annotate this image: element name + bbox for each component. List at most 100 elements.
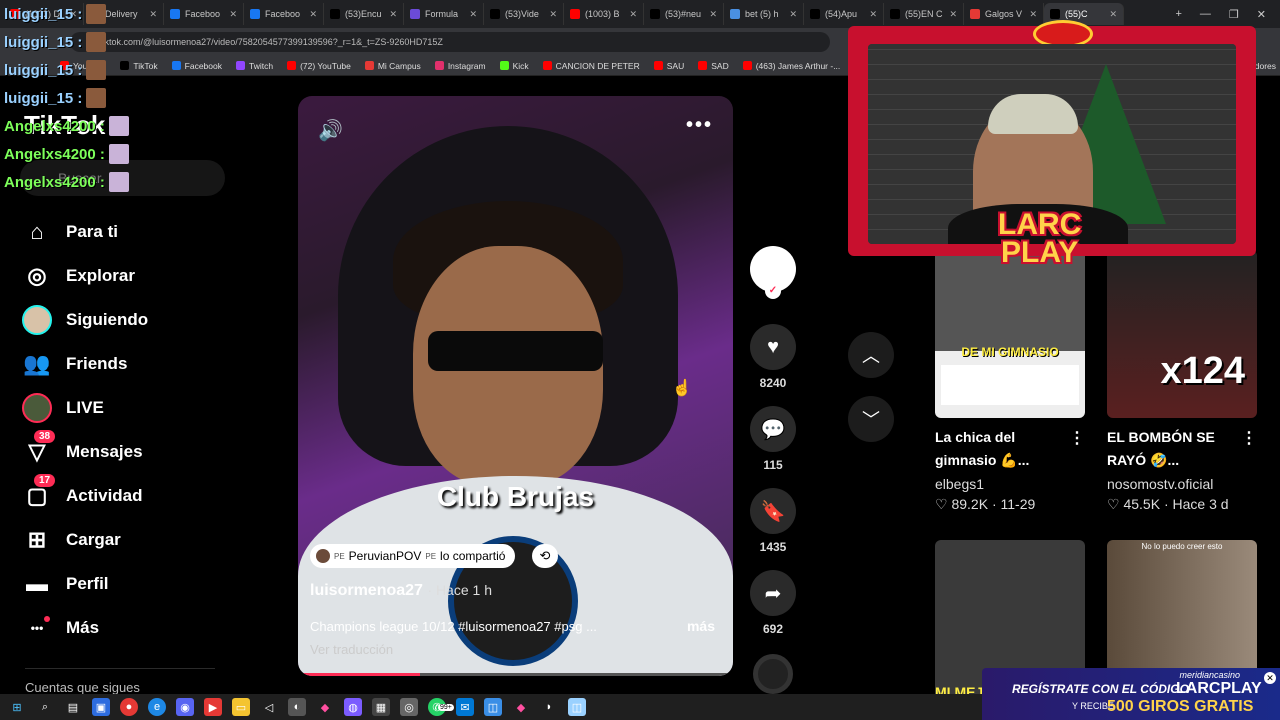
tab-close-icon[interactable]: ✕ [949, 9, 957, 20]
capcut-icon[interactable]: ◁ [260, 698, 278, 716]
edge-icon[interactable]: e [148, 698, 166, 716]
card-more-icon[interactable]: ⋮ [1069, 428, 1085, 448]
recommended-video-card[interactable]: DE MI GIMNASIO ⋮ La chica del gimnasio 💪… [935, 250, 1085, 513]
music-disc-icon[interactable] [753, 654, 793, 694]
bookmark-item[interactable]: Kick [499, 61, 529, 71]
sidebar-item-mensajes[interactable]: ▽ Mensajes 38 [22, 430, 148, 474]
sidebar-item-para-ti[interactable]: ⌂ Para ti [22, 210, 148, 254]
tab-close-icon[interactable]: ✕ [709, 9, 717, 20]
discord-icon[interactable]: ◉ [176, 698, 194, 716]
browser-tab[interactable]: (53)Encu ✕ [324, 3, 404, 25]
url-field[interactable]: tiktok.com/@luisormenoa27/video/75820545… [70, 32, 830, 52]
app-purple-icon[interactable]: ◍ [344, 698, 362, 716]
bookmark-item[interactable]: SAD [698, 61, 729, 71]
browser-tab[interactable]: Faceboo ✕ [244, 3, 324, 25]
author-name[interactable]: luisormenoa27 [310, 582, 423, 599]
sidebar-item-explorar[interactable]: ◎ Explorar [22, 254, 148, 298]
tab-close-icon[interactable]: ✕ [469, 9, 477, 20]
calculator-icon[interactable]: ▦ [372, 698, 390, 716]
bookmark-item[interactable]: (72) YouTube [287, 61, 351, 71]
sidebar-item-cargar[interactable]: ⊞ Cargar [22, 518, 148, 562]
recommended-video-card[interactable]: x124 ⋮ EL BOMBÓN SE RAYÓ 🤣... nosomostv.… [1107, 250, 1257, 513]
tab-close-icon[interactable]: ✕ [1109, 9, 1117, 20]
video-thumbnail[interactable]: x124 [1107, 250, 1257, 418]
new-tab-icon[interactable]: + [1175, 8, 1181, 21]
close-window-icon[interactable]: ✕ [1257, 8, 1266, 21]
app-blue-icon[interactable]: ◫ [568, 698, 586, 716]
sidebar-item-actividad[interactable]: ▢ Actividad 17 [22, 474, 148, 518]
next-video-button[interactable]: ﹀ [848, 396, 894, 442]
app-icon[interactable]: ◐ [288, 698, 306, 716]
video-thumbnail[interactable]: DE MI GIMNASIO [935, 250, 1085, 418]
app-pink-icon[interactable]: ◆ [316, 698, 334, 716]
previous-video-button[interactable]: ︿ [848, 332, 894, 378]
browser-tab[interactable]: Faceboo ✕ [164, 3, 244, 25]
app-pink-2-icon[interactable]: ◆ [512, 698, 530, 716]
ad-close-icon[interactable]: ✕ [1264, 672, 1276, 684]
card-author[interactable]: elbegs1 [935, 476, 1085, 492]
save-button[interactable]: 🔖 [750, 488, 796, 534]
browser-tab[interactable]: (53)Vide ✕ [484, 3, 564, 25]
bookmark-item[interactable]: (463) James Arthur -... [742, 61, 840, 71]
chrome-icon[interactable]: ● [120, 698, 138, 716]
bookmark-item[interactable]: SAU [653, 61, 684, 71]
tab-close-icon[interactable]: ✕ [789, 9, 797, 20]
volume-icon[interactable]: 🔊 [318, 118, 343, 143]
browser-tab[interactable]: Formula ✕ [404, 3, 484, 25]
tab-close-icon[interactable]: ✕ [1029, 9, 1037, 20]
outlook-icon[interactable]: ✉ [456, 698, 474, 716]
expand-description-button[interactable]: más [687, 618, 715, 634]
casino-ad-banner[interactable]: meridiancasino REGÍSTRATE CON EL CÓDIGO … [982, 668, 1280, 720]
bookmark-item[interactable]: CANCION DE PETER [542, 61, 640, 71]
creator-avatar[interactable]: ✓ [750, 246, 796, 299]
app-red-icon[interactable]: ▶ [204, 698, 222, 716]
browser-tab[interactable]: (1003) B ✕ [564, 3, 644, 25]
shared-by-badge[interactable]: PE PeruvianPOV PE lo compartió [310, 544, 516, 568]
bookmark-item[interactable]: Mi Campus [364, 61, 421, 71]
bookmark-item[interactable]: Twitch [236, 61, 273, 71]
video-author[interactable]: luisormenoa27 · Hace 1 h [310, 582, 492, 600]
bookmark-item[interactable]: Facebook [171, 61, 222, 71]
share-button[interactable]: ➦ [750, 570, 796, 616]
card-more-icon[interactable]: ⋮ [1241, 428, 1257, 448]
video-player[interactable]: Club Brujas 🔊 ••• PE PeruvianPOV PE lo c… [298, 96, 733, 676]
tab-close-icon[interactable]: ✕ [629, 9, 637, 20]
like-button[interactable]: ♥ [750, 324, 796, 370]
tab-close-icon[interactable]: ✕ [309, 9, 317, 20]
browser-tab[interactable]: (53)#neu ✕ [644, 3, 724, 25]
tab-close-icon[interactable]: ✕ [549, 9, 557, 20]
sidebar-item-más[interactable]: ••• Más [22, 606, 148, 650]
task-view-icon[interactable]: ▤ [64, 698, 82, 716]
app-white-icon[interactable]: ◗ [540, 698, 558, 716]
video-progress-bar[interactable] [298, 673, 733, 676]
follow-check-icon[interactable]: ✓ [765, 283, 781, 299]
sidebar-item-perfil[interactable]: ▬ Perfil [22, 562, 148, 606]
tab-close-icon[interactable]: ✕ [229, 9, 237, 20]
bookmarks-overflow[interactable]: dores [1255, 61, 1280, 71]
browser-tab[interactable]: Galgos V ✕ [964, 3, 1044, 25]
sidebar-item-siguiendo[interactable]: Siguiendo [22, 298, 148, 342]
browser-tab[interactable]: (54)Apu ✕ [804, 3, 884, 25]
sidebar-item-friends[interactable]: 👥 Friends [22, 342, 148, 386]
sidebar-item-live[interactable]: LIVE [22, 386, 148, 430]
card-author[interactable]: nosomostv.oficial [1107, 476, 1257, 492]
photos-icon[interactable]: ◫ [484, 698, 502, 716]
app-gray-icon[interactable]: ◎ [400, 698, 418, 716]
tab-close-icon[interactable]: ✕ [389, 9, 397, 20]
taskbar-search-icon[interactable]: ⌕ [36, 698, 54, 716]
windows-start-icon[interactable]: ⊞ [8, 698, 26, 716]
whatsapp-icon[interactable]: ✆ 99+ [428, 698, 454, 716]
tab-close-icon[interactable]: ✕ [149, 9, 157, 20]
comment-button[interactable]: 💬 [750, 406, 796, 452]
bookmark-item[interactable]: Instagram [434, 61, 486, 71]
card-title[interactable]: EL BOMBÓN SE RAYÓ 🤣... [1107, 426, 1237, 472]
file-explorer-icon[interactable]: ▭ [232, 698, 250, 716]
video-more-options-icon[interactable]: ••• [686, 114, 713, 137]
restore-icon[interactable]: ❐ [1229, 8, 1239, 21]
translate-link[interactable]: Ver traducción [310, 642, 393, 657]
browser-tab[interactable]: bet (5) h ✕ [724, 3, 804, 25]
minimize-icon[interactable]: — [1200, 8, 1211, 21]
repost-icon[interactable]: ⟲ [532, 544, 558, 568]
card-title[interactable]: La chica del gimnasio 💪... [935, 426, 1065, 472]
browser-tab[interactable]: (55)EN C ✕ [884, 3, 964, 25]
